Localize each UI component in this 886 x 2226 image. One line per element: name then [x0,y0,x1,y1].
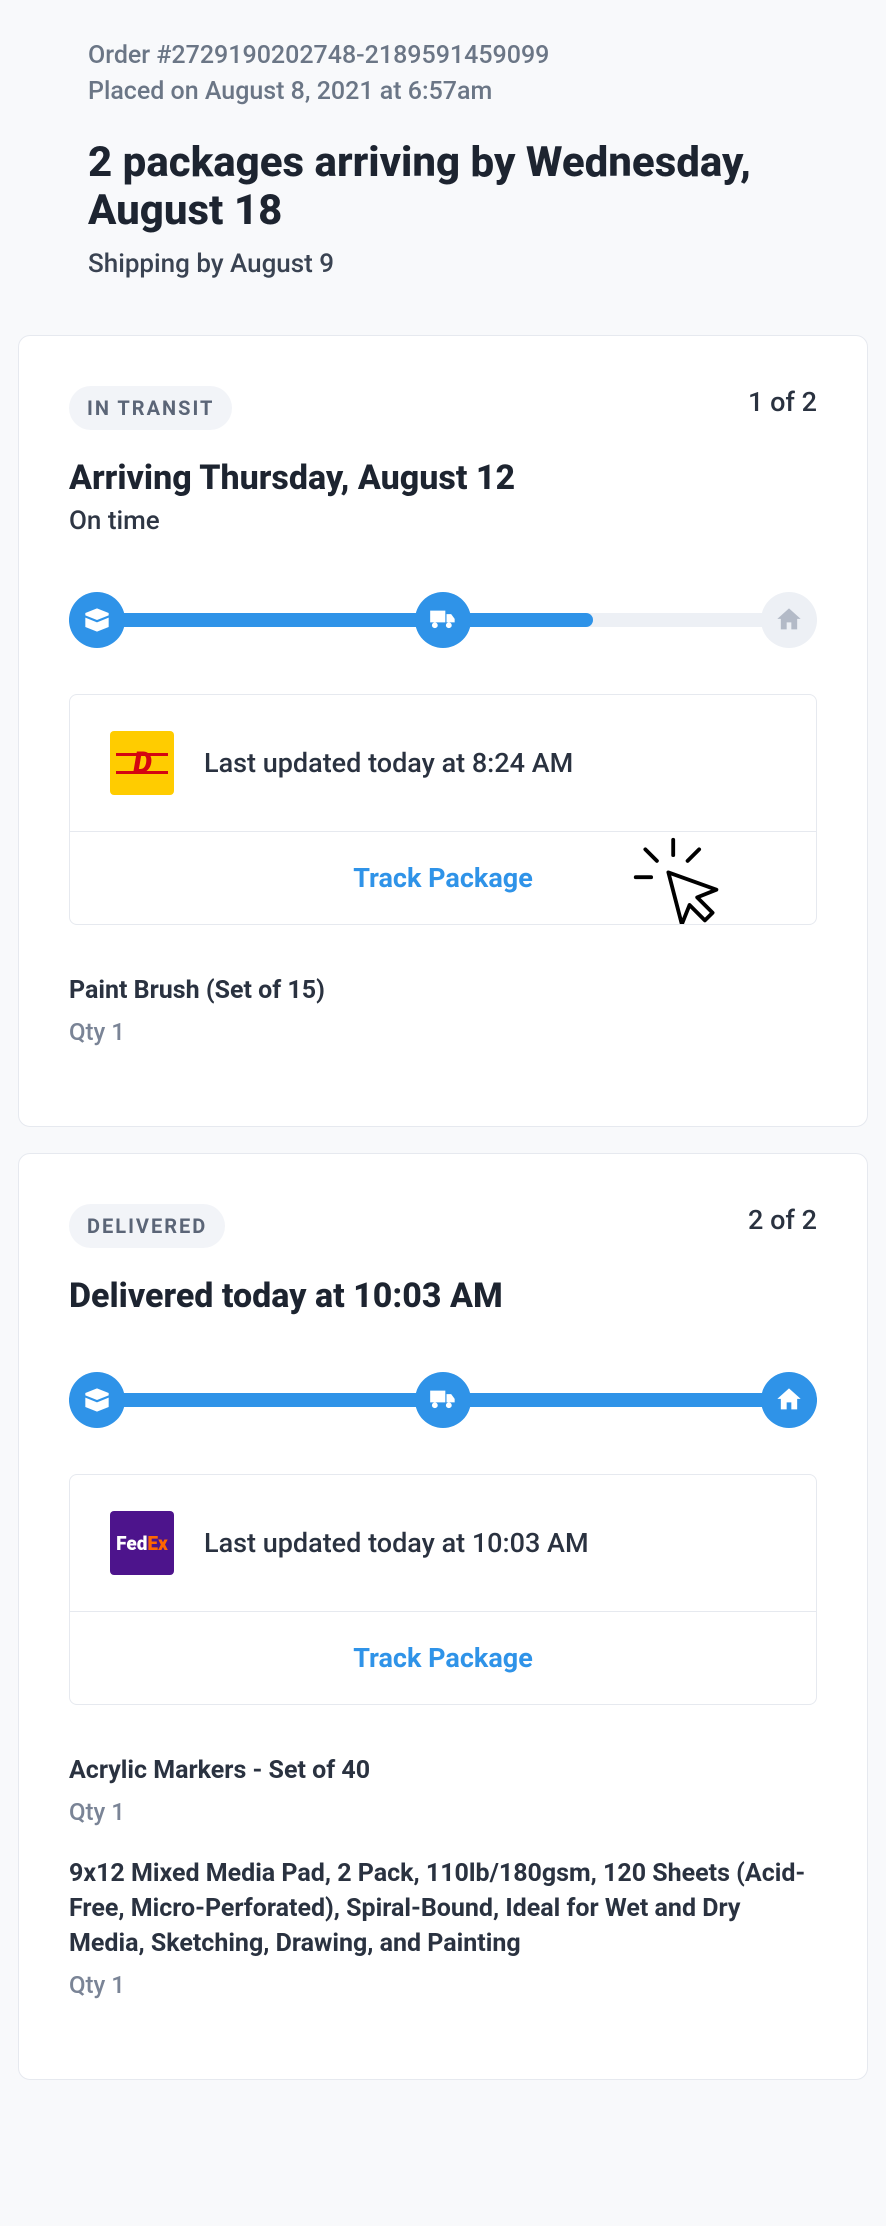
package-subheading: On time [69,506,817,536]
line-item: 9x12 Mixed Media Pad, 2 Pack, 110lb/180g… [69,1856,817,1999]
item-name: Paint Brush (Set of 15) [69,973,817,1008]
items-list: Acrylic Markers - Set of 40 Qty 1 9x12 Mix… [69,1753,817,1999]
track-package-link[interactable]: Track Package [353,862,533,894]
package-card: IN TRANSIT 1 of 2 Arriving Thursday, Augus… [18,335,868,1127]
order-number: Order #2729190202748-2189591459099 [88,38,798,74]
package-step-delivered [761,1372,817,1428]
item-qty: Qty 1 [69,1018,817,1046]
order-placed: Placed on August 8, 2021 at 6:57am [88,74,798,110]
package-counter: 2 of 2 [748,1204,817,1236]
item-name: Acrylic Markers - Set of 40 [69,1753,817,1788]
line-item: Paint Brush (Set of 15) Qty 1 [69,973,817,1046]
status-badge: DELIVERED [69,1204,225,1248]
item-qty: Qty 1 [69,1971,817,1999]
last-updated: Last updated today at 10:03 AM [204,1527,589,1559]
package-step-packed [69,1372,125,1428]
ship-by: Shipping by August 9 [88,249,798,279]
progress-bar [69,1372,817,1428]
order-header: Order #2729190202748-2189591459099 Place… [18,18,868,309]
fedex-logo-icon: FedEx [110,1511,174,1575]
package-step-delivered [761,592,817,648]
carrier-box: FedEx Last updated today at 10:03 AM Track… [69,1474,817,1705]
package-step-shipped [415,592,471,648]
package-card: DELIVERED 2 of 2 Delivered today at 10:03 … [18,1153,868,2080]
dhl-logo-icon: D [110,731,174,795]
package-step-shipped [415,1372,471,1428]
cursor-click-icon [630,834,726,925]
track-package-link[interactable]: Track Package [353,1642,533,1674]
items-list: Paint Brush (Set of 15) Qty 1 [69,973,817,1046]
line-item: Acrylic Markers - Set of 40 Qty 1 [69,1753,817,1826]
status-badge: IN TRANSIT [69,386,232,430]
package-step-packed [69,592,125,648]
progress-bar [69,592,817,648]
page-title: 2 packages arriving by Wednesday, August… [88,139,798,236]
order-meta: Order #2729190202748-2189591459099 Place… [88,38,798,111]
item-name: 9x12 Mixed Media Pad, 2 Pack, 110lb/180g… [69,1856,817,1961]
package-counter: 1 of 2 [748,386,817,418]
package-heading: Delivered today at 10:03 AM [69,1276,817,1316]
item-qty: Qty 1 [69,1798,817,1826]
carrier-box: D Last updated today at 8:24 AM Track Pack… [69,694,817,925]
package-heading: Arriving Thursday, August 12 [69,458,817,498]
last-updated: Last updated today at 8:24 AM [204,747,573,779]
